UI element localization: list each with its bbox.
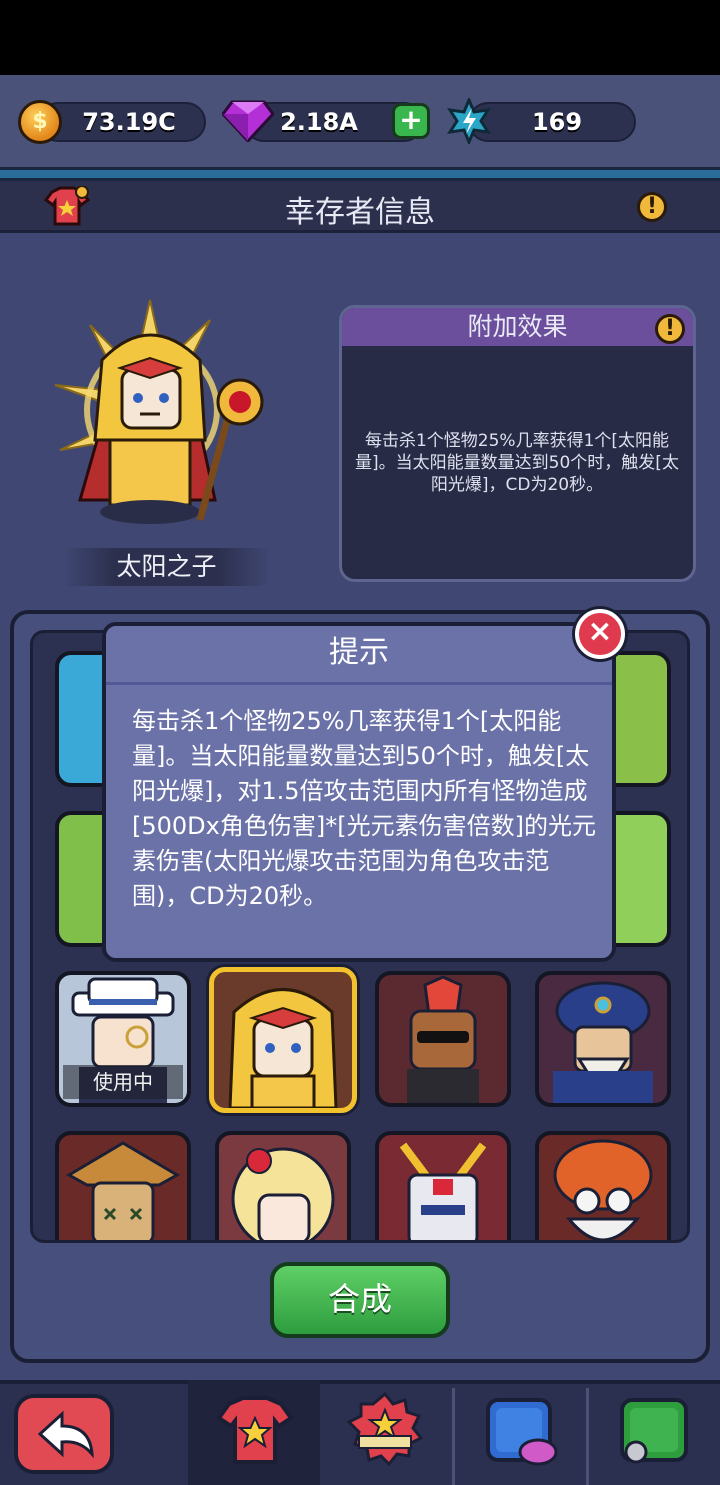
pet-icon[interactable] (482, 1396, 562, 1470)
header-divider (0, 167, 720, 181)
gem-value: 2.18A (280, 108, 358, 136)
page-title: 幸存者信息 (285, 195, 435, 230)
craft-button[interactable]: 合成 (270, 1262, 450, 1338)
close-button[interactable]: × (575, 609, 625, 659)
rank-badge-icon[interactable] (345, 1392, 425, 1468)
rocker-portrait (407, 975, 479, 1103)
tab-divider (586, 1388, 589, 1485)
selected-hero-portrait (228, 988, 338, 1108)
status-bar (0, 0, 720, 75)
add-gems-button[interactable]: + (392, 103, 430, 139)
shirt-icon[interactable] (44, 186, 90, 226)
character-card[interactable] (215, 1131, 351, 1240)
hero-portrait (54, 299, 264, 524)
back-arrow-icon (37, 1410, 94, 1459)
character-card[interactable] (535, 971, 671, 1107)
gold-value: 73.19C (82, 108, 176, 136)
character-card-selected[interactable] (209, 967, 357, 1113)
character-card-in-use[interactable]: 使用中 (55, 971, 191, 1107)
hero-name: 太阳之子 (64, 548, 269, 586)
back-button[interactable] (14, 1394, 114, 1474)
sultan-portrait (553, 981, 653, 1103)
currency-bar: 73.19C $ 2.18A 169 (0, 75, 720, 167)
energy-star-icon (446, 98, 492, 144)
dialog-text: 每击杀1个怪物25%几率获得1个[太阳能量]。当太阳能量数量达到50个时，触发[… (132, 707, 596, 910)
character-card[interactable] (535, 1131, 671, 1240)
effect-info-icon[interactable]: ! (655, 314, 685, 344)
in-use-label: 使用中 (63, 1065, 183, 1099)
character-card[interactable] (375, 1131, 511, 1240)
gold-counter: 73.19C (38, 102, 206, 142)
dialog-divider (106, 682, 612, 685)
character-card[interactable] (55, 1131, 191, 1240)
scarecrow-portrait (65, 1141, 181, 1240)
effect-panel-title: 附加效果 (342, 308, 693, 346)
gem-icon (222, 100, 274, 142)
info-icon[interactable]: ! (637, 192, 667, 222)
mech-portrait (399, 1142, 487, 1240)
energy-counter: 169 (468, 102, 636, 142)
skin-icon[interactable] (616, 1396, 696, 1470)
tip-dialog: 提示 每击杀1个怪物25%几率获得1个[太阳能量]。当太阳能量数量达到50个时，… (102, 622, 616, 962)
effect-panel: 附加效果 每击杀1个怪物25%几率获得1个[太阳能量]。当太阳能量数量达到50个… (339, 305, 696, 582)
character-card[interactable] (375, 971, 511, 1107)
tab-divider (452, 1388, 455, 1485)
old-man-portrait (553, 1139, 653, 1240)
energy-value: 169 (531, 108, 583, 136)
gold-coin-icon: $ (18, 100, 62, 144)
page-header: 幸存者信息 (0, 181, 720, 233)
dialog-title: 提示 (329, 635, 389, 670)
shirt-icon (216, 1396, 294, 1464)
rose-girl-portrait (231, 1147, 335, 1240)
effect-description: 每击杀1个怪物25%几率获得1个[太阳能量]。当太阳能量数量达到50个时，触发[… (355, 431, 679, 495)
